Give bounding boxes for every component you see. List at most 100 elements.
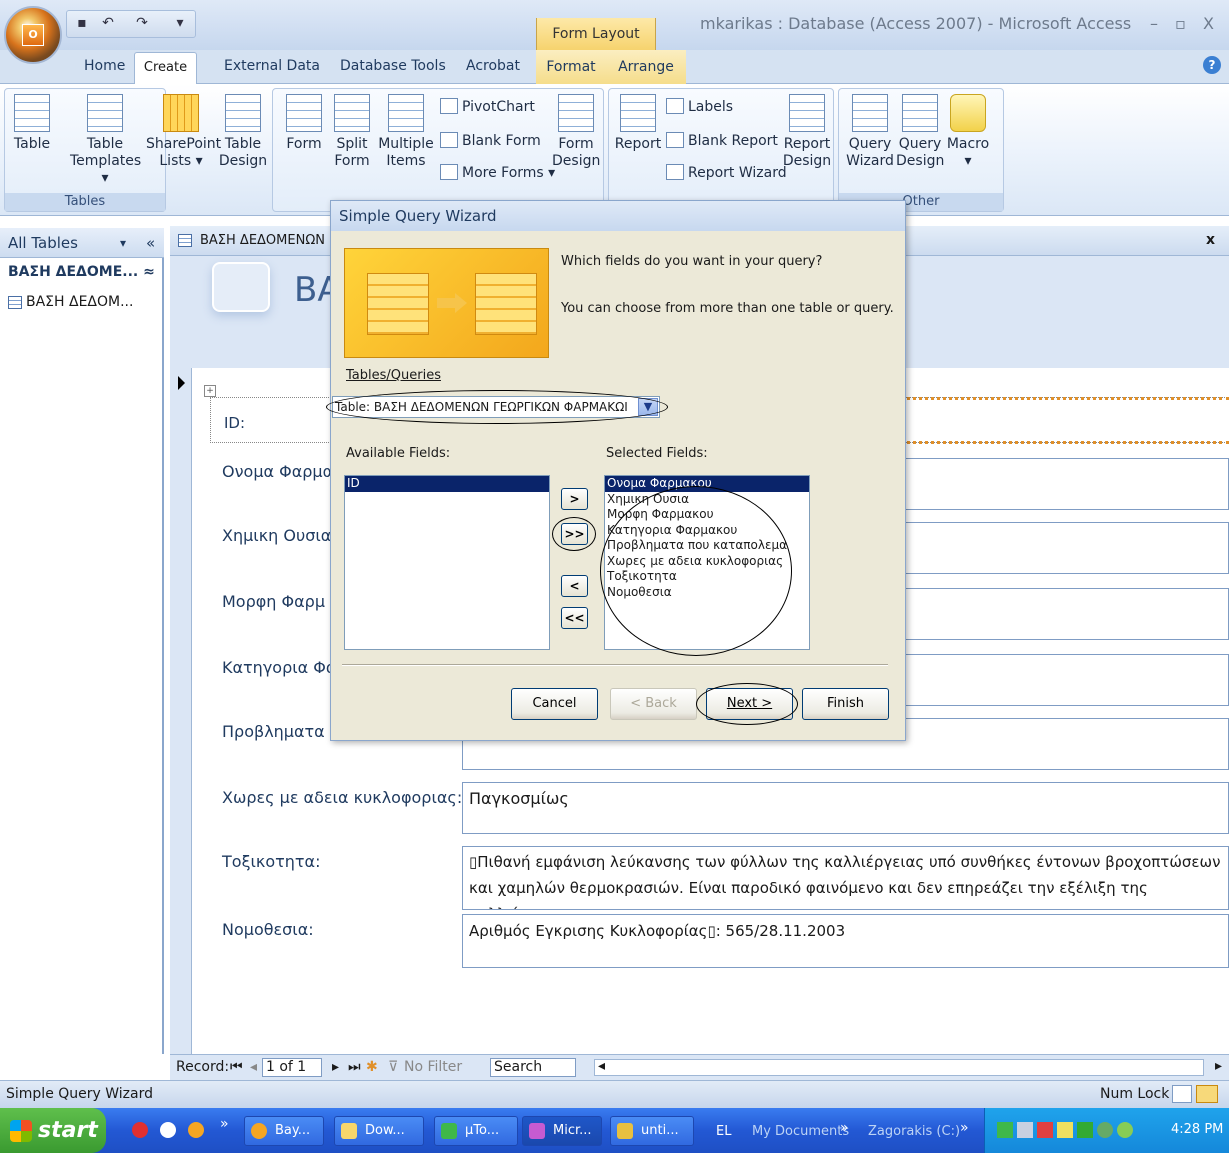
collapse-nav-icon[interactable]: « [146,228,155,258]
filter-icon[interactable]: ⊽ [388,1059,398,1075]
taskbar-item-4-label: Micr... [553,1123,592,1138]
table-design-icon [225,94,261,132]
wizard-illustration [344,248,549,358]
form-design-button[interactable]: Form Design [552,94,600,170]
tray-icon-2[interactable] [1017,1122,1033,1138]
labels-button[interactable]: Labels [666,98,733,115]
field-toxicity[interactable]: ▯Πιθανή εμφάνιση λεύκανσης των φύλλων τη… [462,846,1229,910]
maximize-button[interactable]: ▫ [1175,14,1186,33]
toolbar-expand-icon-2[interactable]: » [960,1120,969,1136]
back-button[interactable]: < Back [610,688,697,720]
scroll-right-icon[interactable]: ▸ [1215,1058,1222,1074]
start-button[interactable]: start [0,1108,106,1153]
split-form-button[interactable]: Split Form [332,94,372,170]
record-position-input[interactable]: 1 of 1 [262,1058,322,1077]
remove-field-button[interactable]: < [561,575,588,597]
tray-icon-1[interactable] [997,1122,1013,1138]
toolbar-expand-icon[interactable]: » [840,1120,849,1136]
minimize-button[interactable]: – [1150,14,1158,33]
sharepoint-lists-button[interactable]: SharePoint Lists ▾ [146,94,221,170]
layout-move-handle-icon[interactable]: + [204,385,216,397]
blank-form-button[interactable]: Blank Form [440,132,541,149]
pivotchart-button[interactable]: PivotChart [440,98,535,115]
previous-record-icon[interactable]: ◂ [250,1059,257,1075]
navigation-pane [0,228,164,1054]
query-design-button[interactable]: Query Design [896,94,944,170]
add-field-button[interactable]: > [561,488,588,510]
quicklaunch-icon-1[interactable] [132,1122,148,1138]
next-record-icon[interactable]: ▸ [332,1059,339,1075]
nav-pane-header[interactable]: All Tables ▾ « [0,228,164,258]
table-templates-button[interactable]: Table Templates ▾ [70,94,141,187]
undo-icon[interactable]: ↶ [99,15,117,33]
field-countries[interactable]: Παγκοσμίως [462,782,1229,834]
layout-view-icon[interactable] [1196,1085,1218,1103]
tray-icon-7[interactable] [1117,1122,1133,1138]
taskbar-item-1[interactable]: Bay... [244,1116,324,1146]
available-field-item[interactable]: ID [345,476,549,492]
taskbar-item-5[interactable]: unti... [610,1116,694,1146]
quick-access-toolbar: ▪ ↶ ↷ ▾ [66,10,196,38]
report-wizard-button[interactable]: Report Wizard [666,164,787,181]
tray-icon-5[interactable] [1077,1122,1093,1138]
taskbar-item-2[interactable]: Dow... [334,1116,424,1146]
quicklaunch-icon-3[interactable] [188,1122,204,1138]
quicklaunch-more-icon[interactable]: » [220,1116,229,1132]
office-button[interactable]: O [4,6,62,64]
macro-button[interactable]: Macro ▾ [946,94,990,170]
first-record-icon[interactable]: ⏮ [230,1059,243,1075]
status-text: Simple Query Wizard [6,1086,153,1102]
last-record-icon[interactable]: ⏭ [348,1059,361,1075]
num-lock-indicator: Num Lock [1100,1086,1170,1102]
volume-icon[interactable] [1057,1122,1073,1138]
record-selector[interactable] [170,368,192,1054]
tab-database-tools[interactable]: Database Tools [340,58,446,74]
document-tab-title[interactable]: ΒΑΣΗ ΔΕΔΟΜΕΝΩΝ [200,233,325,248]
report-button[interactable]: Report [614,94,662,153]
tab-home[interactable]: Home [84,58,125,74]
close-document-button[interactable]: x [1206,232,1215,248]
form-view-icon[interactable] [1172,1085,1192,1103]
customize-qat-icon[interactable]: ▾ [171,15,189,33]
help-icon[interactable]: ? [1203,56,1221,74]
scroll-left-icon[interactable]: ◂ [598,1058,605,1074]
finish-button[interactable]: Finish [802,688,889,720]
new-record-icon[interactable]: ✱ [366,1059,378,1075]
available-fields-list[interactable]: ID [344,475,550,650]
field-label-countries: Χωρες με αδεια κυκλοφοριας: [222,788,463,807]
multiple-items-button[interactable]: Multiple Items [378,94,434,170]
taskbar-item-3[interactable]: μTo... [434,1116,518,1146]
report-design-button[interactable]: Report Design [782,94,832,170]
language-indicator[interactable]: EL [716,1124,731,1139]
tab-create[interactable]: Create [134,52,197,84]
table-design-button[interactable]: Table Design [218,94,268,170]
toolbar-drive[interactable]: Zagorakis (C:) [868,1124,960,1139]
nav-dropdown-icon[interactable]: ▾ [120,228,126,258]
save-icon[interactable]: ▪ [73,15,91,33]
query-wizard-button[interactable]: Query Wizard [846,94,894,170]
form-button[interactable]: Form [282,94,326,153]
no-filter-label[interactable]: No Filter [404,1059,462,1075]
horizontal-scrollbar[interactable] [594,1059,1204,1076]
blank-report-button[interactable]: Blank Report [666,132,778,149]
tab-format[interactable]: Format [536,50,606,84]
tray-icon-3[interactable] [1037,1122,1053,1138]
tray-icon-6[interactable] [1097,1122,1113,1138]
nav-group-header[interactable]: ΒΑΣΗ ΔΕΔΟΜΕ... ≈ [8,264,155,280]
close-button[interactable]: X [1203,14,1214,33]
table-button[interactable]: Table [12,94,52,153]
field-legislation[interactable]: Αριθμός Εγκρισης Κυκλοφορίας▯: 565/28.11… [462,914,1229,968]
redo-icon[interactable]: ↷ [133,15,151,33]
clock[interactable]: 4:28 PM [1171,1122,1223,1137]
nav-item-table[interactable]: ΒΑΣΗ ΔΕΔΟΜ... [26,294,133,310]
taskbar-item-4[interactable]: Micr... [522,1116,602,1146]
tab-arrange[interactable]: Arrange [606,50,686,84]
search-input[interactable]: Search [490,1058,576,1077]
toolbar-my-documents[interactable]: My Documents [752,1124,849,1139]
quicklaunch-icon-2[interactable] [160,1122,176,1138]
tab-external-data[interactable]: External Data [224,58,320,74]
tab-acrobat[interactable]: Acrobat [466,58,520,74]
remove-all-fields-button[interactable]: << [561,607,588,629]
more-forms-button[interactable]: More Forms ▾ [440,164,555,181]
cancel-button[interactable]: Cancel [511,688,598,720]
